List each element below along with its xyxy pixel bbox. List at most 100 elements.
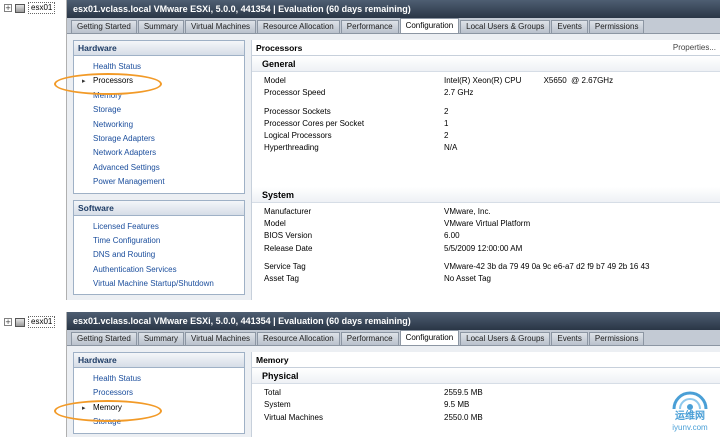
nav-power-management[interactable]: Power Management: [74, 175, 244, 189]
nav-health-status[interactable]: Health Status: [74, 60, 244, 74]
processors-screenshot: + esx01 esx01.vclass.local VMware ESXi, …: [0, 0, 720, 300]
tab-summary[interactable]: Summary: [137, 332, 185, 345]
row-logical: Logical Processors 2: [252, 130, 720, 142]
row-bios: BIOS Version 6.00: [252, 230, 720, 242]
nav-storage-adapters[interactable]: Storage Adapters: [74, 132, 244, 146]
inventory-tree: + esx01: [0, 0, 66, 300]
tab-getting-started[interactable]: Getting Started: [71, 20, 137, 33]
watermark-logo-icon: [672, 391, 708, 410]
row-total: Total 2559.5 MB: [252, 387, 720, 399]
host-label[interactable]: esx01: [28, 316, 56, 328]
tree-node-host-2[interactable]: + esx01: [4, 316, 56, 328]
processors-title: Processors: [256, 43, 303, 53]
nav-advanced-settings[interactable]: Advanced Settings: [74, 161, 244, 175]
memory-detail: Memory Physical Total 2559.5 MB System 9.5…: [251, 352, 720, 437]
bios-label: BIOS Version: [264, 231, 313, 241]
nav-licensed-features[interactable]: Licensed Features: [74, 220, 244, 234]
speed-value: 2.7 GHz: [444, 88, 474, 98]
expand-icon[interactable]: +: [4, 318, 12, 326]
row-cores: Processor Cores per Socket 1: [252, 118, 720, 130]
watermark: 运维网 iyunv.com: [670, 383, 710, 433]
nav-storage[interactable]: Storage: [74, 415, 244, 429]
nav-storage[interactable]: Storage: [74, 103, 244, 117]
configuration-content-2: Hardware Health Status Processors Memory…: [67, 346, 720, 437]
bios-value: 6.00: [444, 231, 460, 241]
properties-link[interactable]: Properties...: [673, 40, 716, 56]
service-tag-label: Service Tag: [264, 261, 306, 271]
hardware-section: Hardware Health Status Processors Memory…: [73, 352, 245, 434]
config-nav-2: Hardware Health Status Processors Memory…: [73, 352, 245, 437]
tab-events[interactable]: Events: [551, 332, 588, 345]
nav-memory[interactable]: Memory: [74, 89, 244, 103]
screenshot-separator: [0, 300, 720, 312]
ht-label: Hyperthreading: [264, 143, 319, 153]
speed-label: Processor Speed: [264, 88, 326, 98]
sockets-label: Processor Sockets: [264, 106, 331, 116]
tab-summary[interactable]: Summary: [137, 20, 185, 33]
tab-resource-allocation[interactable]: Resource Allocation: [257, 20, 340, 33]
config-nav: Hardware Health Status Processors Memory…: [73, 40, 245, 300]
row-system: System 9.5 MB: [252, 399, 720, 411]
tab-permissions[interactable]: Permissions: [588, 332, 645, 345]
manufacturer-value: VMware, Inc.: [444, 206, 491, 216]
sys-model-value: VMware Virtual Platform: [444, 219, 531, 229]
window-title: esx01.vclass.local VMware ESXi, 5.0.0, 4…: [67, 312, 720, 330]
tab-configuration[interactable]: Configuration: [399, 330, 460, 345]
asset-tag-label: Asset Tag: [264, 274, 299, 284]
release-value: 5/5/2009 12:00:00 AM: [444, 243, 523, 253]
nav-memory[interactable]: Memory: [74, 401, 244, 416]
tab-resource-allocation[interactable]: Resource Allocation: [257, 332, 340, 345]
row-model: Model Intel(R) Xeon(R) CPU X5650 @ 2.67GH…: [252, 75, 720, 87]
system-rows: Manufacturer VMware, Inc. Model VMware Vir…: [252, 203, 720, 286]
memory-screenshot: + esx01 esx01.vclass.local VMware ESXi, …: [0, 312, 720, 437]
tab-bar: Getting Started Summary Virtual Machines…: [67, 330, 720, 346]
row-sockets: Processor Sockets 2: [252, 106, 720, 118]
host-label[interactable]: esx01: [28, 2, 56, 14]
row-asset-tag: Asset Tag No Asset Tag: [252, 273, 720, 285]
cores-value: 1: [444, 118, 449, 128]
system-label: System: [264, 400, 291, 410]
nav-network-adapters[interactable]: Network Adapters: [74, 146, 244, 160]
inventory-tree-2: + esx01: [0, 312, 66, 437]
model-value: Intel(R) Xeon(R) CPU X5650 @ 2.67GHz: [444, 76, 614, 85]
system-group-title: System: [252, 186, 720, 203]
ht-value: N/A: [444, 143, 458, 153]
tab-virtual-machines[interactable]: Virtual Machines: [185, 332, 257, 345]
tab-bar: Getting Started Summary Virtual Machines…: [67, 18, 720, 34]
row-vms: Virtual Machines 2550.0 MB: [252, 412, 720, 424]
tab-events[interactable]: Events: [551, 20, 588, 33]
row-service-tag: Service Tag VMware-42 3b da 79 49 0a 9c e…: [252, 261, 720, 273]
hardware-section: Hardware Health Status Processors Memory…: [73, 40, 245, 194]
tab-performance[interactable]: Performance: [340, 20, 399, 33]
nav-processors[interactable]: Processors: [74, 386, 244, 400]
software-header: Software: [74, 200, 244, 216]
tab-performance[interactable]: Performance: [340, 332, 399, 345]
sys-model-label: Model: [264, 219, 286, 229]
processors-detail: Processors Properties... General Model In…: [251, 40, 720, 300]
asset-tag-value: No Asset Tag: [444, 274, 491, 284]
memory-title: Memory: [252, 352, 720, 368]
tab-virtual-machines[interactable]: Virtual Machines: [185, 20, 257, 33]
sockets-value: 2: [444, 106, 449, 116]
logical-label: Logical Processors: [264, 131, 332, 141]
nav-vm-startup-shutdown[interactable]: Virtual Machine Startup/Shutdown: [74, 277, 244, 291]
release-label: Release Date: [264, 243, 313, 253]
logical-value: 2: [444, 131, 449, 141]
tab-configuration[interactable]: Configuration: [399, 18, 460, 33]
nav-processors[interactable]: Processors: [74, 74, 244, 89]
watermark-sub: iyunv.com: [672, 423, 708, 432]
tab-getting-started[interactable]: Getting Started: [71, 332, 137, 345]
nav-networking[interactable]: Networking: [74, 118, 244, 132]
main-panel: esx01.vclass.local VMware ESXi, 5.0.0, 4…: [66, 0, 720, 300]
nav-authentication-services[interactable]: Authentication Services: [74, 263, 244, 277]
nav-dns-routing[interactable]: DNS and Routing: [74, 248, 244, 262]
nav-time-configuration[interactable]: Time Configuration: [74, 234, 244, 248]
nav-health-status[interactable]: Health Status: [74, 372, 244, 386]
tab-local-users-groups[interactable]: Local Users & Groups: [460, 332, 551, 345]
general-rows: Model Intel(R) Xeon(R) CPU X5650 @ 2.67GH…: [252, 72, 720, 155]
expand-icon[interactable]: +: [4, 4, 12, 12]
tab-local-users-groups[interactable]: Local Users & Groups: [460, 20, 551, 33]
tree-node-host[interactable]: + esx01: [4, 2, 56, 14]
tab-permissions[interactable]: Permissions: [588, 20, 645, 33]
host-icon: [15, 317, 25, 327]
